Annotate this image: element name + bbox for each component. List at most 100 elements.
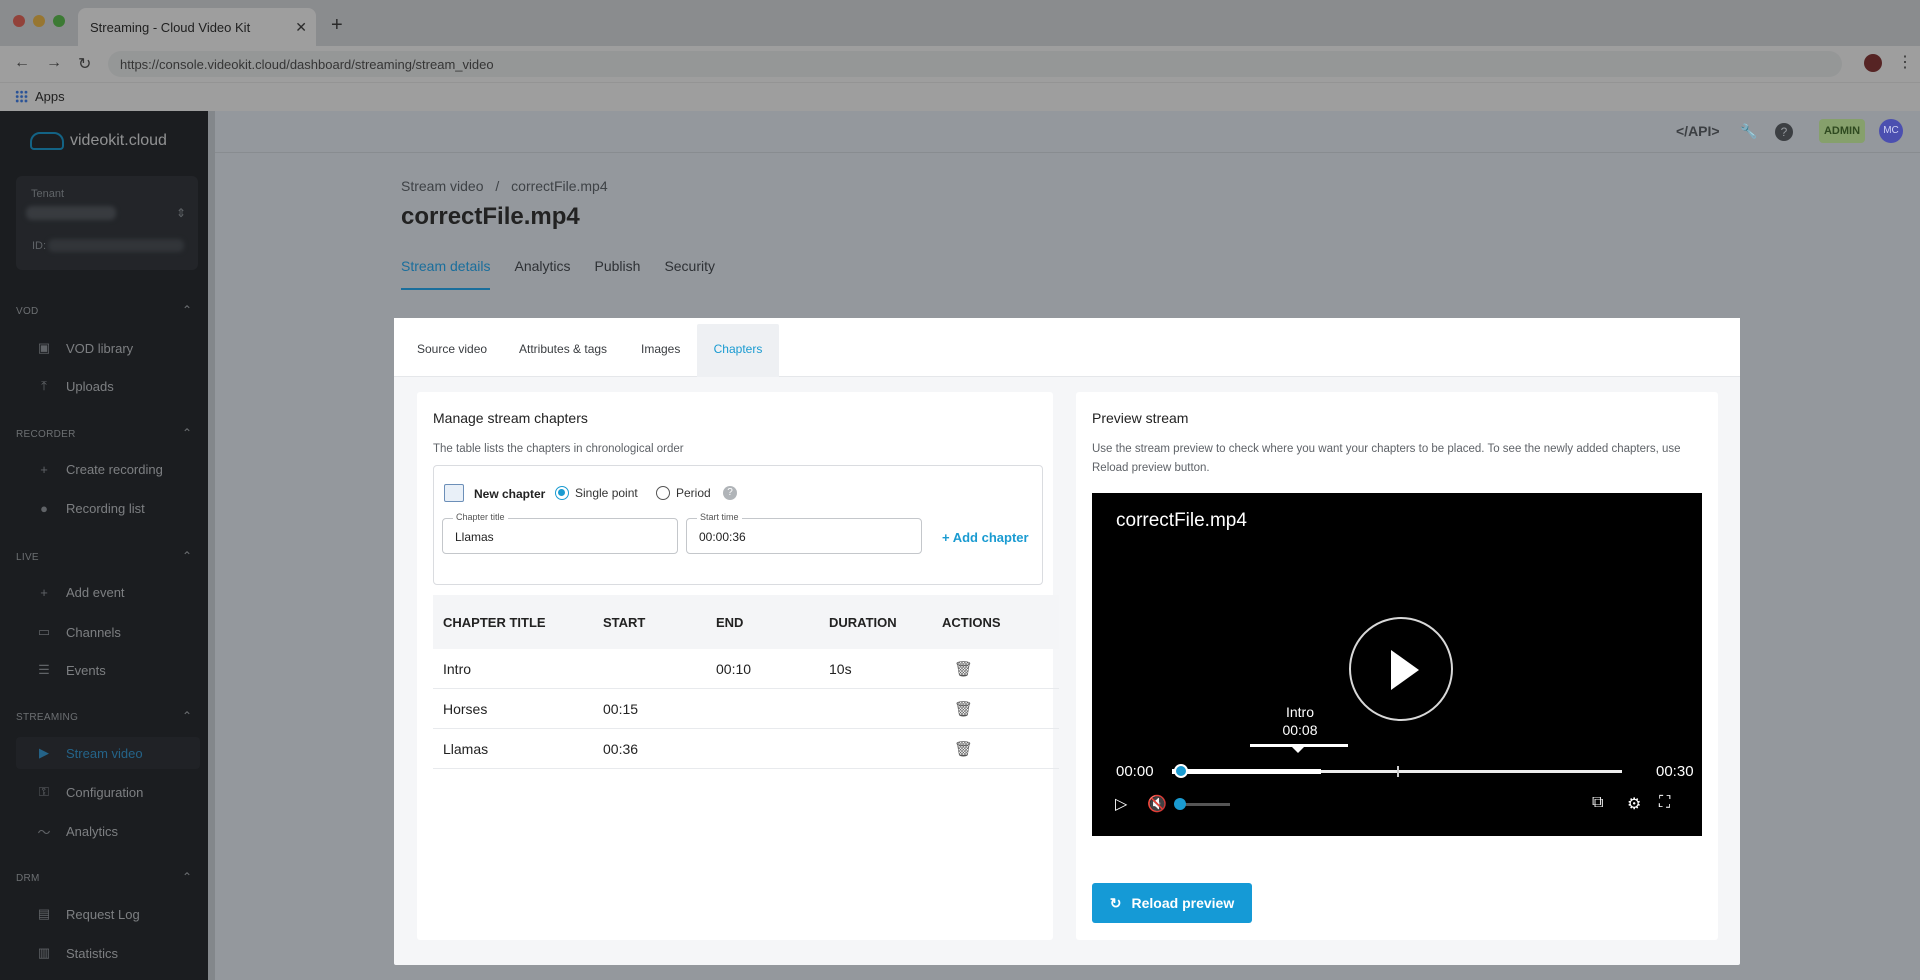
close-window-icon[interactable]	[13, 15, 25, 27]
bar-chart-icon: ▥	[37, 945, 51, 960]
api-icon[interactable]: </API>	[1676, 123, 1720, 139]
chevron-up-icon[interactable]: ⌃	[182, 303, 192, 317]
sidebar-item-channels[interactable]: ▭ Channels	[36, 624, 121, 640]
library-icon: ▣	[37, 340, 51, 355]
chevron-updown-icon: ⇕	[175, 206, 186, 220]
reload-preview-button[interactable]: ↻ Reload preview	[1092, 883, 1252, 923]
tab-attributes-tags[interactable]: Attributes & tags	[519, 342, 607, 356]
pip-icon[interactable]: ⧉	[1592, 794, 1603, 812]
reload-icon[interactable]: ↻	[78, 54, 91, 74]
sidebar-edge	[208, 111, 215, 980]
play-icon[interactable]: ▷	[1115, 794, 1127, 814]
manage-chapters-panel: Manage stream chapters The table lists t…	[417, 392, 1059, 940]
bookmark-apps[interactable]: Apps	[15, 89, 65, 104]
sidebar-item-recording-list[interactable]: ● Recording list	[36, 501, 145, 516]
chapter-title-input[interactable]	[455, 530, 655, 544]
video-player[interactable]: correctFile.mp4 Intro 00:08 00:00 00:30 …	[1092, 493, 1702, 836]
preview-heading: Preview stream	[1092, 410, 1189, 426]
page-title: correctFile.mp4	[401, 203, 580, 230]
tab-stream-details[interactable]: Stream details	[401, 258, 491, 290]
section-streaming[interactable]: STREAMING ⌃	[16, 709, 192, 723]
tab-analytics[interactable]: Analytics	[514, 258, 570, 290]
brand-logo[interactable]: videokit.cloud	[30, 132, 167, 150]
tenant-id-blurred	[48, 239, 184, 252]
cell-title: Horses	[443, 700, 488, 717]
extension-icon[interactable]	[1864, 54, 1882, 72]
section-vod-label: VOD	[16, 306, 39, 317]
cloud-logo-icon	[30, 132, 64, 150]
browser-menu-icon[interactable]: ⋮	[1897, 52, 1913, 72]
close-tab-icon[interactable]: ✕	[295, 19, 307, 36]
browser-tab[interactable]: Streaming - Cloud Video Kit ✕	[78, 8, 316, 46]
sidebar-item-events[interactable]: ☰ Events	[36, 662, 106, 678]
section-live[interactable]: LIVE ⌃	[16, 549, 192, 563]
sidebar-item-statistics[interactable]: ▥ Statistics	[36, 945, 118, 961]
upload-icon: ⤒	[41, 378, 47, 393]
top-toolbar: </API> 🔧 ? ADMIN MC	[215, 111, 1920, 153]
url-text: https://console.videokit.cloud/dashboard…	[120, 57, 494, 72]
sidebar-item-label: Events	[66, 662, 106, 678]
address-bar[interactable]: https://console.videokit.cloud/dashboard…	[108, 51, 1842, 77]
sidebar-item-create-recording[interactable]: + Create recording	[36, 462, 163, 477]
chevron-up-icon[interactable]: ⌃	[182, 426, 192, 440]
table-row: Horses 00:15 🗑	[433, 689, 1059, 729]
sidebar-item-add-event[interactable]: + Add event	[36, 585, 124, 600]
maximize-window-icon[interactable]	[53, 15, 65, 27]
chevron-up-icon[interactable]: ⌃	[182, 549, 192, 563]
help-icon[interactable]: ?	[723, 486, 737, 500]
cell-duration: 10s	[829, 660, 852, 677]
volume-slider[interactable]	[1174, 798, 1230, 810]
new-tab-icon[interactable]: +	[331, 14, 343, 37]
start-time-input[interactable]	[699, 530, 899, 544]
chapter-title-field[interactable]: Chapter title	[442, 512, 678, 554]
tab-chapters[interactable]: Chapters	[697, 324, 779, 377]
bookmarks-bar: Apps	[0, 82, 1920, 111]
chevron-up-icon[interactable]: ⌃	[182, 870, 192, 884]
radio-checked-icon[interactable]	[555, 486, 569, 500]
sidebar-item-uploads[interactable]: ⤒ Uploads	[36, 378, 114, 394]
buffered-fill	[1172, 769, 1321, 774]
help-icon[interactable]: ?	[1775, 123, 1793, 141]
log-icon: ▤	[37, 906, 51, 921]
sidebar-item-vod-library[interactable]: ▣ VOD library	[36, 340, 133, 356]
tab-source-video[interactable]: Source video	[417, 342, 487, 356]
add-chapter-button[interactable]: + Add chapter	[942, 530, 1029, 545]
tab-publish[interactable]: Publish	[595, 258, 641, 290]
seek-handle[interactable]	[1174, 764, 1188, 778]
sidebar-item-label: Stream video	[66, 745, 143, 761]
fullscreen-icon[interactable]: ⛶	[1659, 794, 1670, 812]
chevron-up-icon[interactable]: ⌃	[182, 709, 192, 723]
section-recorder[interactable]: RECORDER ⌃	[16, 426, 192, 440]
radio-unchecked-icon[interactable]	[656, 486, 670, 500]
trash-icon[interactable]: 🗑	[942, 700, 1059, 718]
trash-icon[interactable]: 🗑	[942, 740, 1059, 758]
mute-icon[interactable]: 🔇	[1147, 794, 1167, 814]
sidebar-item-stream-video[interactable]: ▶ Stream video	[16, 737, 200, 769]
start-time-field[interactable]: Start time	[686, 512, 922, 554]
section-vod[interactable]: VOD ⌃	[16, 303, 192, 317]
breadcrumb-root[interactable]: Stream video	[401, 178, 483, 194]
radio-period[interactable]: Period	[656, 486, 711, 500]
forward-icon[interactable]: →	[46, 54, 62, 72]
tenant-id-label: ID:	[32, 240, 47, 252]
trash-icon[interactable]: 🗑	[942, 660, 1059, 678]
section-drm[interactable]: DRM ⌃	[16, 870, 192, 884]
tab-security[interactable]: Security	[664, 258, 715, 290]
sidebar-item-label: Request Log	[66, 906, 140, 922]
total-duration: 00:30	[1656, 763, 1694, 780]
avatar[interactable]: MC	[1879, 119, 1903, 143]
play-button-large[interactable]	[1349, 617, 1453, 721]
sidebar-item-request-log[interactable]: ▤ Request Log	[36, 906, 140, 922]
start-time-label: Start time	[697, 512, 742, 522]
sidebar-item-configuration[interactable]: ⚿ Configuration	[36, 784, 143, 800]
wrench-icon[interactable]: 🔧	[1740, 123, 1757, 140]
tenant-selector[interactable]: Tenant ⇕ ID:	[16, 176, 198, 270]
sidebar-item-analytics[interactable]: 〜 Analytics	[36, 822, 118, 841]
minimize-window-icon[interactable]	[33, 15, 45, 27]
back-icon[interactable]: ←	[14, 54, 30, 72]
settings-gear-icon[interactable]: ⚙	[1627, 794, 1641, 814]
volume-handle[interactable]	[1174, 798, 1186, 810]
seek-bar[interactable]	[1172, 764, 1622, 778]
radio-single-point[interactable]: Single point	[555, 486, 638, 500]
tab-images[interactable]: Images	[641, 342, 680, 356]
